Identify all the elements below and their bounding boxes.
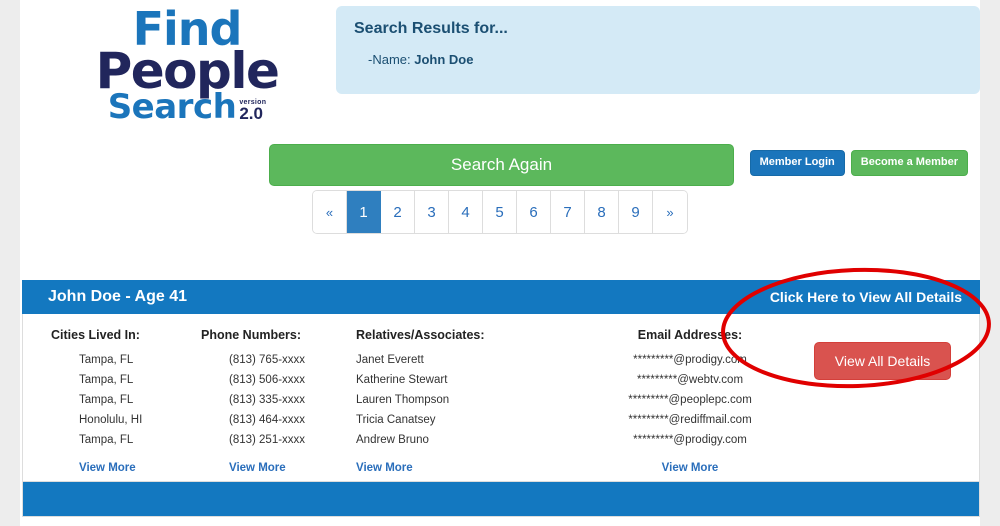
view-all-details-button[interactable]: View All Details bbox=[813, 342, 952, 380]
pagination-page-1[interactable]: 1 bbox=[347, 191, 381, 233]
relative-value: Janet Everett bbox=[356, 354, 424, 366]
pagination-next[interactable]: » bbox=[653, 191, 687, 233]
search-results-title: Search Results for... bbox=[354, 20, 508, 37]
email-value: *********@peoplepc.com bbox=[628, 394, 752, 406]
view-more-emails-link[interactable]: View More bbox=[662, 462, 719, 474]
relative-value: Andrew Bruno bbox=[356, 434, 429, 446]
search-results-panel: Search Results for... -Name: John Doe bbox=[336, 6, 980, 94]
view-more-emails-wrap: View More bbox=[594, 454, 786, 476]
search-criteria-label: -Name: bbox=[368, 52, 411, 67]
logo-version: version 2.0 bbox=[239, 99, 266, 124]
pagination-page-9[interactable]: 9 bbox=[619, 191, 653, 233]
phone-value: (813) 765-xxxx bbox=[229, 354, 306, 366]
pagination-page-4[interactable]: 4 bbox=[449, 191, 483, 233]
member-button-group: Member Login Become a Member bbox=[749, 150, 968, 176]
relative-value: Lauren Thompson bbox=[356, 394, 450, 406]
pagination-row: « 1 2 3 4 5 6 7 8 9 » bbox=[20, 188, 980, 242]
next-result-card-header bbox=[22, 481, 980, 517]
view-more-relatives-link[interactable]: View More bbox=[356, 462, 413, 474]
search-criteria-value: John Doe bbox=[414, 52, 474, 67]
result-card: John Doe - Age 41 Click Here to View All… bbox=[22, 280, 980, 499]
become-a-member-button[interactable]: Become a Member bbox=[850, 150, 968, 176]
view-more-cities-link[interactable]: View More bbox=[79, 462, 136, 474]
relative-value: Tricia Canatsey bbox=[356, 414, 436, 426]
column-view-all-details: View All Details bbox=[786, 328, 979, 476]
pagination-page-5[interactable]: 5 bbox=[483, 191, 517, 233]
column-title: Email Addresses: bbox=[637, 328, 743, 342]
page-content: Find People Search version 2.0 Search Resu… bbox=[20, 0, 980, 526]
result-person-age: Age 41 bbox=[134, 288, 187, 305]
search-again-button[interactable]: Search Again bbox=[269, 144, 734, 186]
column-title: Cities Lived In: bbox=[51, 328, 140, 342]
city-value: Tampa, FL bbox=[79, 394, 134, 406]
city-value: Tampa, FL bbox=[79, 374, 134, 386]
pagination-page-7[interactable]: 7 bbox=[551, 191, 585, 233]
column-phone-numbers: Phone Numbers: (813) 765-xxxx (813) 506-… bbox=[201, 328, 356, 476]
email-value: *********@prodigy.com bbox=[633, 354, 747, 366]
phone-value: (813) 251-xxxx bbox=[229, 434, 306, 446]
column-email-addresses: Email Addresses: *********@prodigy.com *… bbox=[586, 328, 786, 476]
column-cities-lived-in: Cities Lived In: Tampa, FL Tampa, FL Tam… bbox=[23, 328, 201, 476]
email-value: *********@rediffmail.com bbox=[628, 414, 752, 426]
column-title: Phone Numbers: bbox=[201, 328, 302, 342]
view-more-phones-link[interactable]: View More bbox=[229, 462, 286, 474]
pagination-prev[interactable]: « bbox=[313, 191, 347, 233]
city-value: Honolulu, HI bbox=[79, 414, 143, 426]
search-criteria-row: -Name: John Doe bbox=[368, 52, 962, 67]
logo-line-search: Search bbox=[107, 87, 237, 127]
logo-version-number: 2.0 bbox=[239, 103, 263, 123]
action-row: Search Again Member Login Become a Membe… bbox=[20, 140, 980, 188]
relative-value: Katherine Stewart bbox=[356, 374, 448, 386]
city-value: Tampa, FL bbox=[79, 354, 134, 366]
result-card-header: John Doe - Age 41 Click Here to View All… bbox=[22, 280, 980, 314]
result-person-name: John Doe - Age 41 bbox=[48, 288, 187, 306]
site-logo[interactable]: Find People Search version 2.0 bbox=[72, 2, 302, 134]
pagination: « 1 2 3 4 5 6 7 8 9 » bbox=[313, 191, 687, 233]
city-value: Tampa, FL bbox=[79, 434, 134, 446]
result-person-name-text: John Doe - bbox=[48, 288, 135, 305]
column-title: Relatives/Associates: bbox=[356, 328, 485, 342]
column-relatives-associates: Relatives/Associates: Janet Everett Kath… bbox=[356, 328, 586, 476]
phone-value: (813) 335-xxxx bbox=[229, 394, 306, 406]
phone-value: (813) 506-xxxx bbox=[229, 374, 306, 386]
email-value: *********@webtv.com bbox=[636, 374, 744, 386]
pagination-page-8[interactable]: 8 bbox=[585, 191, 619, 233]
pagination-page-6[interactable]: 6 bbox=[517, 191, 551, 233]
phone-value: (813) 464-xxxx bbox=[229, 414, 306, 426]
view-all-details-prompt: Click Here to View All Details bbox=[769, 289, 962, 305]
email-value: *********@prodigy.com bbox=[633, 434, 747, 446]
pagination-page-3[interactable]: 3 bbox=[415, 191, 449, 233]
pagination-page-2[interactable]: 2 bbox=[381, 191, 415, 233]
member-login-button[interactable]: Member Login bbox=[749, 150, 845, 176]
result-card-body: Cities Lived In: Tampa, FL Tampa, FL Tam… bbox=[23, 314, 979, 498]
header: Find People Search version 2.0 Search Resu… bbox=[20, 0, 980, 140]
